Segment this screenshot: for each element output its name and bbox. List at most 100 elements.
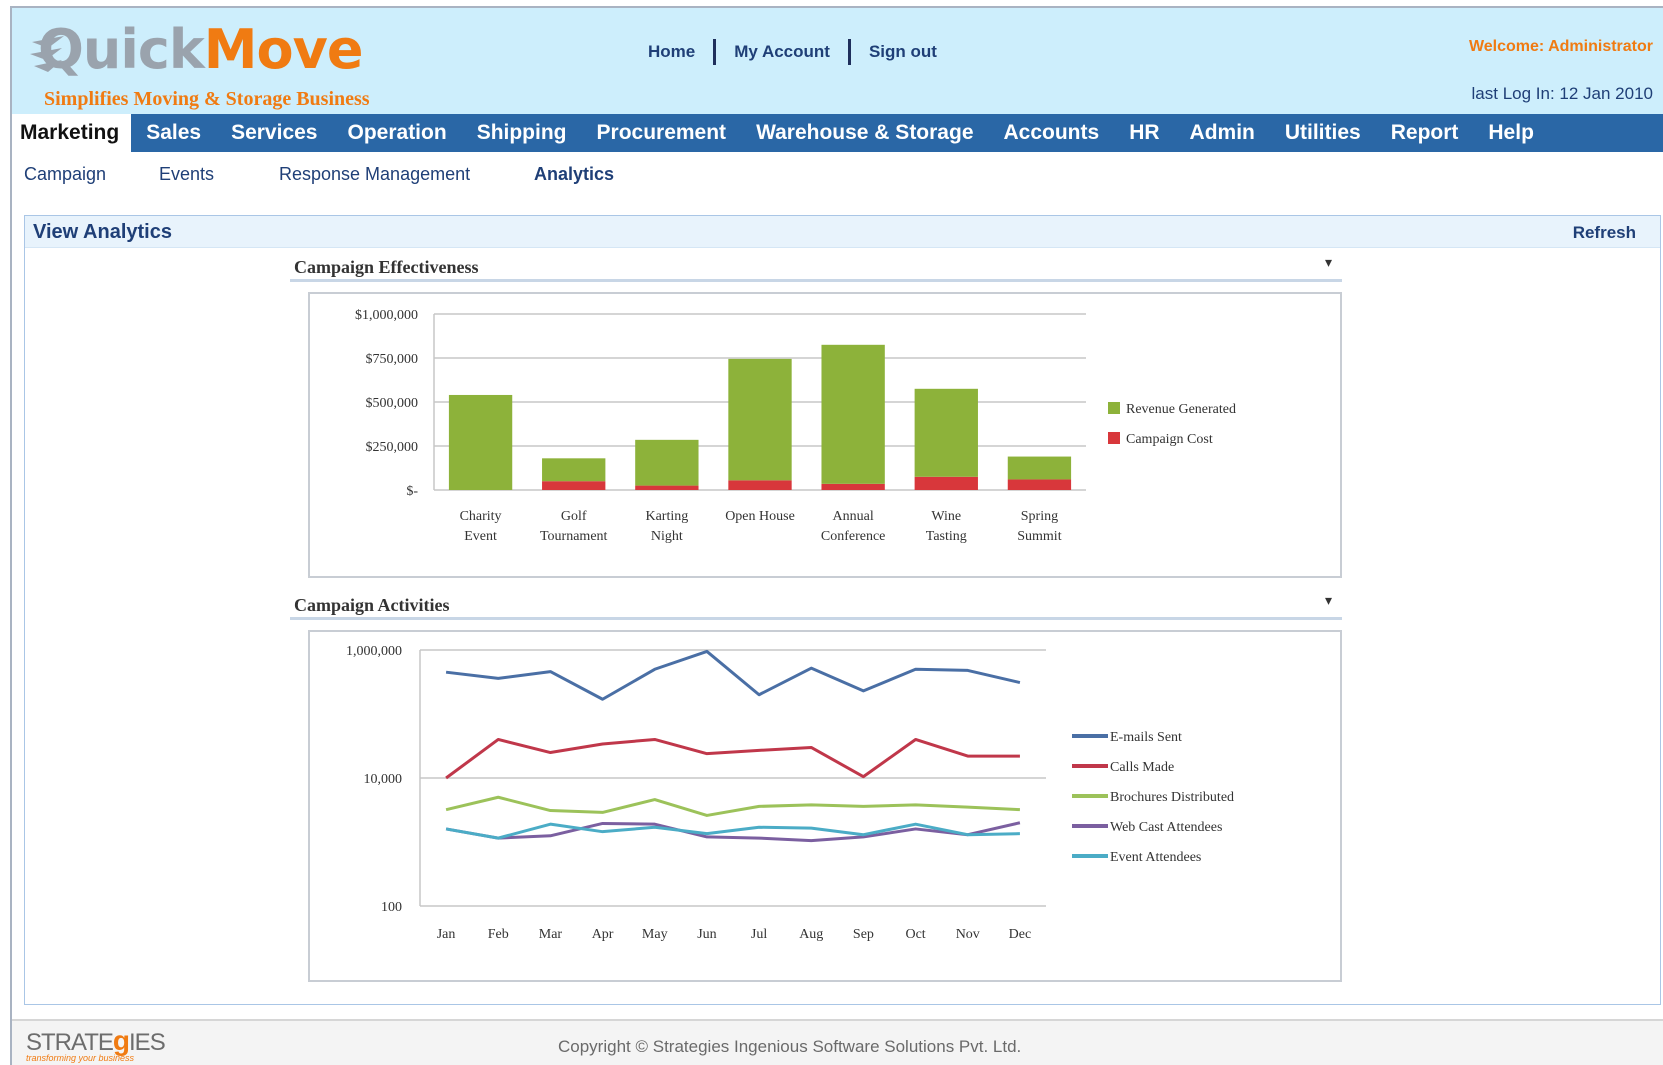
x-month-label: Jan	[437, 927, 456, 942]
x-month-label: Aug	[799, 927, 823, 942]
legend-label: Revenue Generated	[1126, 402, 1236, 417]
legend-swatch	[1108, 432, 1120, 444]
legend-label: Campaign Cost	[1126, 432, 1213, 447]
x-category-label: Karting	[645, 509, 688, 524]
effectiveness-chart-box: $- $250,000 $500,000 $750,000 $1,000,000 Char…	[308, 292, 1342, 578]
nav-report[interactable]: Report	[1376, 114, 1474, 152]
y-tick-label: 10,000	[364, 772, 403, 787]
activities-widget-header: Campaign Activities ▾	[290, 588, 1342, 620]
x-category-label: Charity	[460, 509, 502, 524]
x-month-label: Jul	[751, 927, 767, 942]
subnav-response-management[interactable]: Response Management	[279, 164, 470, 185]
nav-warehouse-storage[interactable]: Warehouse & Storage	[741, 114, 988, 152]
revenue-bar	[542, 458, 606, 482]
series-line	[445, 649, 1021, 701]
x-category-label: Tasting	[926, 529, 967, 544]
x-category-label: Night	[651, 529, 683, 544]
x-category-label: Summit	[1017, 529, 1061, 544]
x-category-label: Event	[464, 529, 497, 544]
cost-bar	[914, 476, 978, 490]
x-month-label: Feb	[488, 927, 509, 942]
cost-bar	[542, 481, 606, 490]
subnav-analytics[interactable]: Analytics	[534, 164, 614, 185]
revenue-bar	[821, 344, 885, 484]
footer: STRATEgIES transforming your business Co…	[12, 1019, 1663, 1065]
legend-label: Event Attendees	[1110, 850, 1201, 865]
copyright-text: Copyright © Strategies Ingenious Softwar…	[558, 1037, 1022, 1056]
y-tick-label: $-	[406, 484, 418, 499]
revenue-bar	[448, 394, 513, 490]
x-category-label: Golf	[561, 509, 587, 524]
header: QuickMove Simplifies Moving & Storage Bu…	[12, 8, 1663, 114]
y-tick-label: $250,000	[366, 440, 419, 455]
y-tick-label: $500,000	[366, 396, 419, 411]
my-account-link[interactable]: My Account	[716, 42, 848, 62]
x-category-label: Wine	[931, 509, 961, 524]
legend-label: Brochures Distributed	[1110, 790, 1234, 805]
last-login-text: last Log In: 12 Jan 2010	[1471, 84, 1653, 103]
activities-chart-box: 100 10,000 1,000,000 Jan Feb Mar Apr May Jun Jul A…	[308, 630, 1342, 982]
cost-bar	[821, 483, 885, 490]
panel-title: View Analytics	[33, 221, 172, 243]
subnav-events[interactable]: Events	[159, 164, 214, 185]
widget-menu-icon[interactable]: ▾	[1325, 254, 1332, 271]
strategies-logo-pre: STRATE	[26, 1029, 114, 1056]
legend-label: E-mails Sent	[1110, 730, 1182, 745]
widget-menu-icon[interactable]: ▾	[1325, 592, 1332, 609]
revenue-bar	[914, 388, 978, 477]
logo-quick: Quick	[38, 18, 205, 81]
x-month-label: Mar	[539, 927, 563, 942]
cost-bar	[1007, 479, 1072, 490]
strategies-tagline: transforming your business	[26, 1053, 135, 1063]
x-month-label: May	[642, 927, 668, 942]
legend-label: Calls Made	[1110, 760, 1174, 775]
sub-nav: Campaign Events Response Management Anal…	[12, 152, 1663, 196]
y-tick-label: 100	[381, 900, 402, 915]
top-links: Home My Account Sign out	[648, 38, 955, 66]
nav-sales[interactable]: Sales	[131, 114, 216, 152]
x-category-label: Annual	[833, 509, 874, 524]
nav-marketing[interactable]: Marketing	[12, 114, 132, 152]
x-category-label: Tournament	[540, 529, 608, 544]
nav-accounts[interactable]: Accounts	[989, 114, 1115, 152]
nav-admin[interactable]: Admin	[1175, 114, 1270, 152]
revenue-bar	[1007, 456, 1072, 480]
main-nav: Marketing Sales Services Operation Shipp…	[12, 114, 1663, 152]
nav-hr[interactable]: HR	[1114, 114, 1174, 152]
series-line	[445, 737, 1020, 780]
nav-operation[interactable]: Operation	[333, 114, 462, 152]
revenue-bar	[728, 358, 792, 481]
x-category-label: Open House	[725, 509, 795, 524]
campaign-activities-chart: 100 10,000 1,000,000 Jan Feb Mar Apr May Jun Jul A…	[346, 644, 1234, 942]
x-month-label: Apr	[592, 927, 614, 942]
y-tick-label: $750,000	[366, 352, 419, 367]
logo-wordmark: QuickMove	[38, 18, 363, 82]
nav-utilities[interactable]: Utilities	[1270, 114, 1376, 152]
nav-services[interactable]: Services	[216, 114, 332, 152]
cost-bar	[635, 485, 699, 490]
x-month-label: Nov	[956, 927, 980, 942]
strategies-logo-post: IES	[129, 1029, 166, 1056]
logo-tagline: Simplifies Moving & Storage Business	[44, 88, 370, 110]
series-line	[445, 795, 1020, 817]
y-tick-label: $1,000,000	[355, 308, 418, 323]
nav-help[interactable]: Help	[1473, 114, 1549, 152]
x-month-label: Dec	[1009, 927, 1032, 942]
y-tick-label: 1,000,000	[346, 644, 402, 659]
effectiveness-widget-title: Campaign Effectiveness	[294, 257, 479, 277]
campaign-effectiveness-chart: $- $250,000 $500,000 $750,000 $1,000,000 Char…	[355, 308, 1236, 544]
x-month-label: Oct	[905, 927, 925, 942]
subnav-campaign[interactable]: Campaign	[24, 164, 106, 185]
cost-bar	[728, 480, 792, 490]
home-link[interactable]: Home	[648, 42, 713, 62]
x-month-label: Sep	[853, 927, 874, 942]
welcome-text: Welcome: Administrator	[1468, 38, 1653, 55]
nav-procurement[interactable]: Procurement	[582, 114, 742, 152]
legend-swatch	[1108, 402, 1120, 414]
sign-out-link[interactable]: Sign out	[851, 42, 955, 62]
quickmove-logo[interactable]: QuickMove Simplifies Moving & Storage Bu…	[28, 18, 388, 110]
refresh-link[interactable]: Refresh	[1573, 223, 1636, 243]
nav-shipping[interactable]: Shipping	[462, 114, 582, 152]
revenue-bar	[635, 439, 699, 486]
x-category-label: Spring	[1021, 509, 1058, 524]
